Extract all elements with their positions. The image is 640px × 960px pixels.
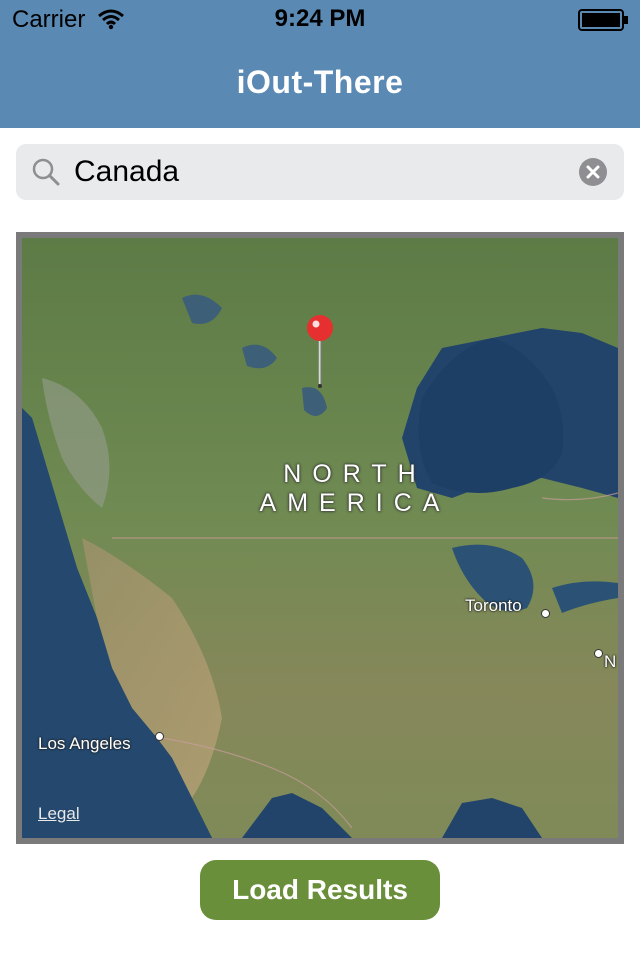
region-label-line2: AMERICA: [259, 489, 451, 517]
search-bar[interactable]: [16, 144, 624, 200]
map-view[interactable]: NORTH AMERICA Toronto N Los Angeles Lega…: [22, 238, 618, 838]
city-marker-n: [594, 649, 603, 658]
city-marker-toronto: [541, 609, 550, 618]
map-frame: NORTH AMERICA Toronto N Los Angeles Lega…: [16, 232, 624, 844]
city-label-toronto: Toronto: [465, 596, 522, 615]
battery-icon: [578, 9, 630, 31]
region-label-line1: NORTH: [283, 460, 427, 488]
city-label-los-angeles: Los Angeles: [38, 734, 131, 753]
city-marker-los-angeles: [155, 732, 164, 741]
page-title: iOut-There: [236, 64, 404, 100]
navigation-header: Carrier 9:24 PM iOut-There: [0, 0, 640, 128]
search-input[interactable]: [74, 152, 554, 192]
load-results-button[interactable]: Load Results: [200, 860, 440, 920]
map-region-label: NORTH AMERICA: [155, 460, 555, 518]
legal-link[interactable]: Legal: [38, 804, 80, 824]
city-label-n: N: [604, 652, 617, 671]
status-bar: Carrier 9:24 PM: [0, 0, 640, 40]
search-icon: [30, 156, 62, 188]
clear-search-button[interactable]: [579, 158, 607, 186]
status-time: 9:24 PM: [274, 5, 366, 32]
map-pin-icon[interactable]: [306, 314, 334, 390]
clear-icon: [586, 165, 600, 179]
